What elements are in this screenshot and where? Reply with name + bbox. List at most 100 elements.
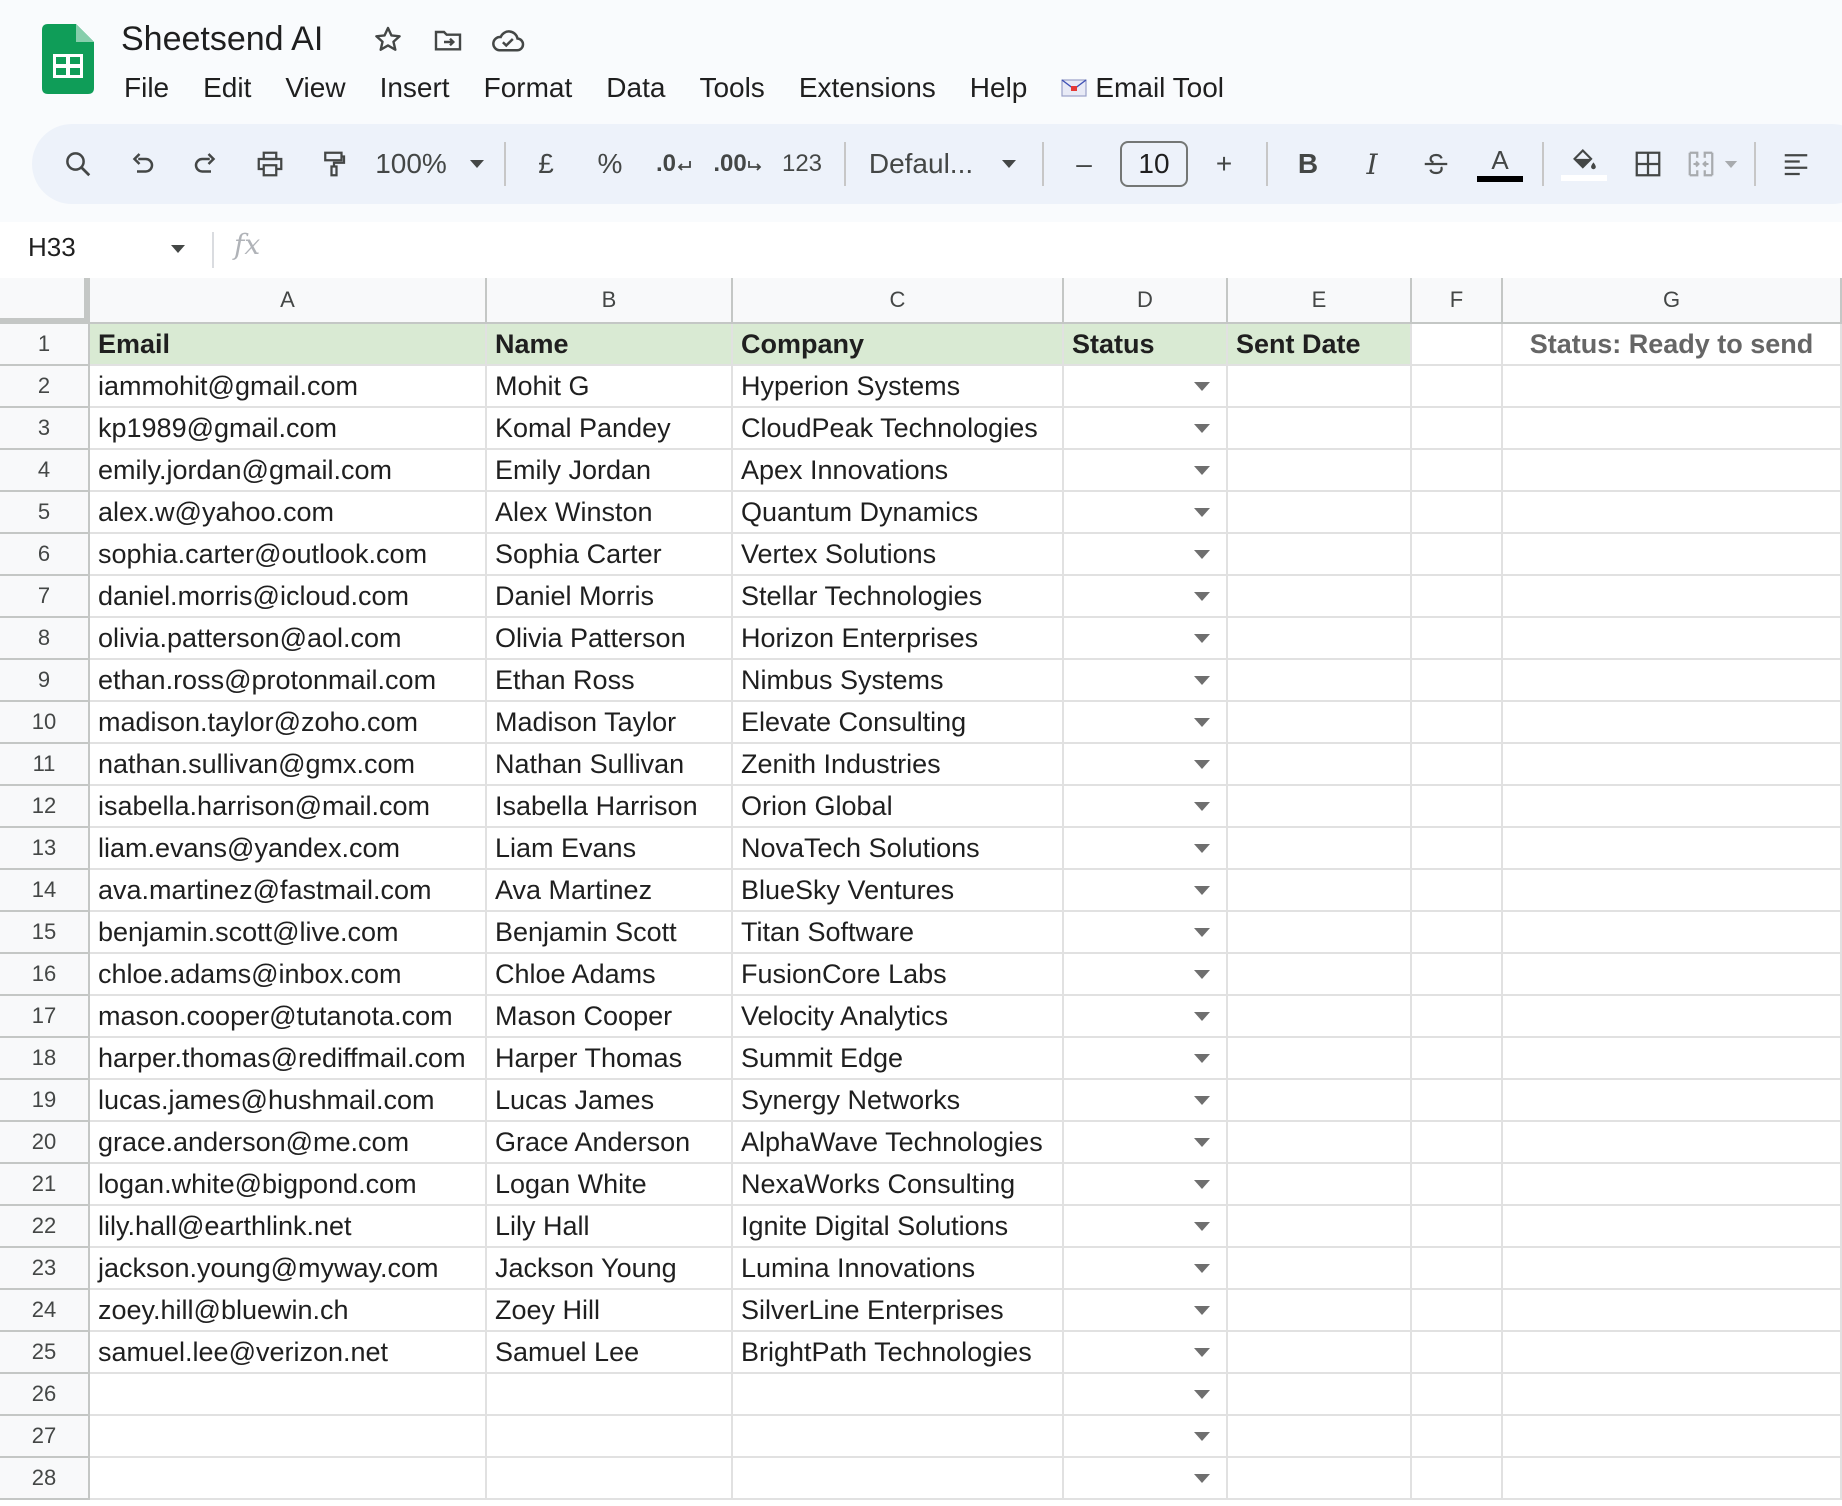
cell-c8[interactable]: Horizon Enterprises <box>733 618 1064 660</box>
cell-g14[interactable] <box>1503 870 1842 912</box>
row-header[interactable]: 2 <box>0 366 90 408</box>
dropdown-arrow-icon[interactable] <box>1194 1264 1210 1273</box>
cell-a17[interactable]: mason.cooper@tutanota.com <box>90 996 487 1038</box>
dropdown-arrow-icon[interactable] <box>1194 1096 1210 1105</box>
menu-extensions[interactable]: Extensions <box>782 66 953 110</box>
menu-insert[interactable]: Insert <box>363 66 467 110</box>
cell-b14[interactable]: Ava Martinez <box>487 870 733 912</box>
cell-c11[interactable]: Zenith Industries <box>733 744 1064 786</box>
cell-e21[interactable] <box>1228 1164 1412 1206</box>
cell-g22[interactable] <box>1503 1206 1842 1248</box>
cell-c5[interactable]: Quantum Dynamics <box>733 492 1064 534</box>
cell-b3[interactable]: Komal Pandey <box>487 408 733 450</box>
status-dropdown-cell[interactable] <box>1064 744 1228 786</box>
cell-c13[interactable]: NovaTech Solutions <box>733 828 1064 870</box>
cell-g18[interactable] <box>1503 1038 1842 1080</box>
cell-a10[interactable]: madison.taylor@zoho.com <box>90 702 487 744</box>
cell-e13[interactable] <box>1228 828 1412 870</box>
status-dropdown-cell[interactable] <box>1064 1038 1228 1080</box>
search-menus-button[interactable] <box>50 134 106 194</box>
cell-e12[interactable] <box>1228 786 1412 828</box>
cell-c22[interactable]: Ignite Digital Solutions <box>733 1206 1064 1248</box>
cell-a6[interactable]: sophia.carter@outlook.com <box>90 534 487 576</box>
status-dropdown-cell[interactable] <box>1064 450 1228 492</box>
dropdown-arrow-icon[interactable] <box>1194 802 1210 811</box>
cell-a26[interactable] <box>90 1374 487 1416</box>
menu-edit[interactable]: Edit <box>186 66 268 110</box>
dropdown-arrow-icon[interactable] <box>1194 1306 1210 1315</box>
status-dropdown-cell[interactable] <box>1064 828 1228 870</box>
column-header-a[interactable]: A <box>90 278 487 324</box>
font-family-select[interactable]: Defaul... <box>858 134 1028 194</box>
row-header[interactable]: 13 <box>0 828 90 870</box>
cell-b13[interactable]: Liam Evans <box>487 828 733 870</box>
dropdown-arrow-icon[interactable] <box>1194 592 1210 601</box>
cell-a25[interactable]: samuel.lee@verizon.net <box>90 1332 487 1374</box>
cell-b17[interactable]: Mason Cooper <box>487 996 733 1038</box>
cell-b22[interactable]: Lily Hall <box>487 1206 733 1248</box>
cell-c25[interactable]: BrightPath Technologies <box>733 1332 1064 1374</box>
cell-a27[interactable] <box>90 1416 487 1458</box>
menu-email-tool[interactable]: Email Tool <box>1044 66 1241 110</box>
print-button[interactable] <box>242 134 298 194</box>
cell-b23[interactable]: Jackson Young <box>487 1248 733 1290</box>
paint-format-button[interactable] <box>306 134 362 194</box>
cell-e5[interactable] <box>1228 492 1412 534</box>
cell-f22[interactable] <box>1412 1206 1503 1248</box>
status-dropdown-cell[interactable] <box>1064 366 1228 408</box>
cell-e15[interactable] <box>1228 912 1412 954</box>
borders-button[interactable] <box>1620 134 1676 194</box>
sheets-logo[interactable] <box>42 24 94 94</box>
dropdown-arrow-icon[interactable] <box>1194 1474 1210 1483</box>
cell-b24[interactable]: Zoey Hill <box>487 1290 733 1332</box>
row-header[interactable]: 3 <box>0 408 90 450</box>
cell-c17[interactable]: Velocity Analytics <box>733 996 1064 1038</box>
row-header[interactable]: 25 <box>0 1332 90 1374</box>
cell-f6[interactable] <box>1412 534 1503 576</box>
cell-f21[interactable] <box>1412 1164 1503 1206</box>
cell-e3[interactable] <box>1228 408 1412 450</box>
status-dropdown-cell[interactable] <box>1064 1290 1228 1332</box>
cell-g24[interactable] <box>1503 1290 1842 1332</box>
cell-e10[interactable] <box>1228 702 1412 744</box>
cell-e19[interactable] <box>1228 1080 1412 1122</box>
cell-g10[interactable] <box>1503 702 1842 744</box>
italic-button[interactable]: I <box>1344 134 1400 194</box>
cell-g15[interactable] <box>1503 912 1842 954</box>
cell-a22[interactable]: lily.hall@earthlink.net <box>90 1206 487 1248</box>
row-header[interactable]: 17 <box>0 996 90 1038</box>
name-box[interactable]: H33 <box>28 232 76 263</box>
cell-b15[interactable]: Benjamin Scott <box>487 912 733 954</box>
cell-a3[interactable]: kp1989@gmail.com <box>90 408 487 450</box>
increase-decimal-button[interactable]: .00 <box>710 134 766 194</box>
cell-c16[interactable]: FusionCore Labs <box>733 954 1064 996</box>
cell-f13[interactable] <box>1412 828 1503 870</box>
cell-a14[interactable]: ava.martinez@fastmail.com <box>90 870 487 912</box>
cell-f17[interactable] <box>1412 996 1503 1038</box>
menu-format[interactable]: Format <box>467 66 590 110</box>
row-header[interactable]: 22 <box>0 1206 90 1248</box>
fill-color-button[interactable] <box>1556 134 1612 194</box>
cell-a2[interactable]: iammohit@gmail.com <box>90 366 487 408</box>
status-dropdown-cell[interactable] <box>1064 1458 1228 1500</box>
row-header[interactable]: 27 <box>0 1416 90 1458</box>
cell-e24[interactable] <box>1228 1290 1412 1332</box>
header-cell-c[interactable]: Company <box>733 324 1064 366</box>
header-cell-d[interactable]: Status <box>1064 324 1228 366</box>
menu-help[interactable]: Help <box>953 66 1045 110</box>
cell-g27[interactable] <box>1503 1416 1842 1458</box>
cell-a9[interactable]: ethan.ross@protonmail.com <box>90 660 487 702</box>
status-dropdown-cell[interactable] <box>1064 912 1228 954</box>
cell-f3[interactable] <box>1412 408 1503 450</box>
menu-file[interactable]: File <box>106 66 186 110</box>
cell-c21[interactable]: NexaWorks Consulting <box>733 1164 1064 1206</box>
formula-input[interactable] <box>280 232 1780 268</box>
cell-g17[interactable] <box>1503 996 1842 1038</box>
cell-g21[interactable] <box>1503 1164 1842 1206</box>
decrease-font-size-button[interactable]: – <box>1056 134 1112 194</box>
cell-f18[interactable] <box>1412 1038 1503 1080</box>
cell-c27[interactable] <box>733 1416 1064 1458</box>
cell-g19[interactable] <box>1503 1080 1842 1122</box>
cell-e25[interactable] <box>1228 1332 1412 1374</box>
cell-f19[interactable] <box>1412 1080 1503 1122</box>
